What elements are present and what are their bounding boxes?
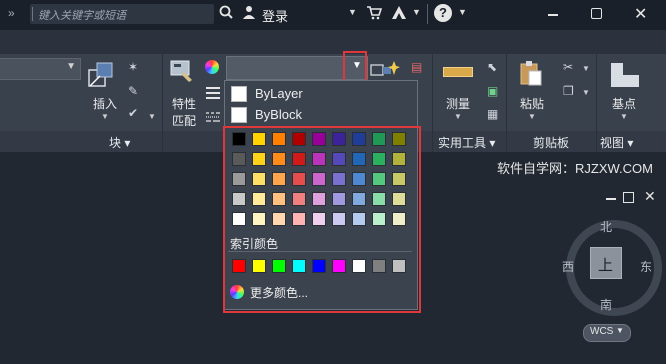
wcs-label: WCS (590, 326, 614, 337)
viewport-restore-icon[interactable] (623, 192, 634, 203)
insert-block-icon[interactable] (88, 62, 114, 88)
option-byblock[interactable]: ByBlock (231, 106, 411, 124)
autodesk-app-icon[interactable] (391, 5, 407, 23)
match-properties-label-line2[interactable]: 匹配 (172, 112, 196, 129)
paste-dropdown-arrow-icon[interactable]: ▼ (528, 112, 536, 121)
panel-divider (432, 54, 433, 152)
panel-title-clipboard[interactable]: 剪贴板 (533, 134, 569, 151)
id-point-icon[interactable]: ▦ (487, 107, 498, 121)
create-block-icon[interactable]: ✶ (128, 60, 138, 74)
select-icon[interactable]: ⬉ (487, 60, 497, 74)
match-properties-icon[interactable] (170, 60, 194, 86)
viewport-close-icon[interactable]: ✕ (644, 188, 656, 205)
viewport-minimize-icon[interactable] (606, 198, 616, 200)
search-input[interactable]: 键入关键字或短语 (30, 4, 214, 24)
measure-ruler-icon[interactable] (443, 67, 473, 77)
option-bylayer-label: ByLayer (255, 86, 303, 101)
help-icon[interactable]: ? (434, 4, 452, 22)
layer-match-icon[interactable] (370, 61, 400, 82)
bylayer-swatch (231, 86, 247, 102)
color-wheel-icon (205, 60, 219, 74)
linetype-icon[interactable] (206, 110, 220, 127)
quick-select-icon[interactable]: ▣ (487, 84, 498, 98)
edit-block-icon[interactable]: ✎ (128, 84, 138, 98)
attributes-dropdown-arrow-icon[interactable]: ▼ (148, 112, 156, 121)
chevron-down-icon: ▼ (616, 326, 624, 335)
option-bylayer[interactable]: ByLayer (231, 85, 411, 103)
calculator-icon[interactable]: ▤ (411, 60, 422, 74)
panel-title-block[interactable]: 块 ▾ (109, 134, 130, 151)
help-label: ? (439, 5, 447, 20)
compass-west[interactable]: 西 (562, 258, 574, 275)
copy-dropdown-arrow-icon[interactable]: ▼ (582, 88, 590, 97)
panel-divider (162, 54, 163, 152)
watermark-text: 软件自学网：RJZXW.COM (497, 161, 653, 176)
user-icon[interactable] (242, 5, 256, 22)
viewcube-top-face[interactable]: 上 (590, 247, 622, 279)
compass-south[interactable]: 南 (600, 296, 612, 313)
lineweight-icon[interactable] (206, 86, 220, 103)
byblock-swatch (231, 107, 247, 123)
panel-divider (596, 54, 597, 152)
restore-icon[interactable] (591, 8, 602, 19)
paste-icon[interactable] (520, 60, 542, 86)
ribbon-tabs (0, 30, 666, 54)
close-icon[interactable]: ✕ (634, 4, 647, 24)
option-byblock-label: ByBlock (255, 107, 302, 122)
login-button[interactable]: 登录 (262, 6, 288, 25)
search-placeholder: 键入关键字或短语 (38, 10, 126, 22)
highlight-box-palette (223, 126, 421, 313)
cut-icon[interactable]: ✂ (563, 60, 573, 74)
login-dropdown-arrow-icon[interactable]: ▼ (348, 7, 357, 17)
measure-label[interactable]: 测量 (446, 95, 470, 112)
panel-title-utilities[interactable]: 实用工具 ▾ (438, 134, 495, 151)
cut-dropdown-arrow-icon[interactable]: ▼ (582, 64, 590, 73)
help-dropdown-arrow-icon[interactable]: ▼ (458, 7, 467, 17)
cart-icon[interactable] (366, 6, 383, 23)
chevron-down-icon: ▼ (66, 61, 76, 72)
panel-divider (506, 54, 507, 152)
title-bar: » 键入关键字或短语 登录 ▼ ▼ ? ▼ ✕ (0, 0, 666, 30)
caret-icon (32, 7, 33, 21)
app-dropdown-arrow-icon[interactable]: ▼ (412, 7, 421, 17)
base-label[interactable]: 基点 (612, 95, 636, 112)
base-dropdown-arrow-icon[interactable]: ▼ (620, 112, 628, 121)
base-view-icon[interactable] (610, 62, 640, 91)
divider (427, 4, 428, 24)
search-icon[interactable] (219, 5, 233, 22)
match-properties-label-line1[interactable]: 特性 (172, 95, 196, 112)
insert-label[interactable]: 插入 (93, 95, 117, 112)
paste-label[interactable]: 粘贴 (520, 95, 544, 112)
minimize-icon[interactable] (548, 14, 558, 16)
insert-dropdown-arrow-icon[interactable]: ▼ (101, 112, 109, 121)
overflow-chevron-icon[interactable]: » (8, 6, 15, 20)
edit-attributes-icon[interactable]: ✔ (128, 106, 138, 120)
compass-north[interactable]: 北 (600, 218, 612, 235)
layer-dropdown[interactable]: ▼ (0, 58, 81, 80)
copy-icon[interactable]: ❐ (563, 84, 574, 98)
viewcube-face-label: 上 (598, 257, 614, 274)
compass-east[interactable]: 东 (640, 258, 652, 275)
measure-dropdown-arrow-icon[interactable]: ▼ (454, 112, 462, 121)
panel-title-view[interactable]: 视图 ▾ (600, 134, 633, 151)
wcs-menu-button[interactable]: WCS ▼ (583, 324, 631, 342)
